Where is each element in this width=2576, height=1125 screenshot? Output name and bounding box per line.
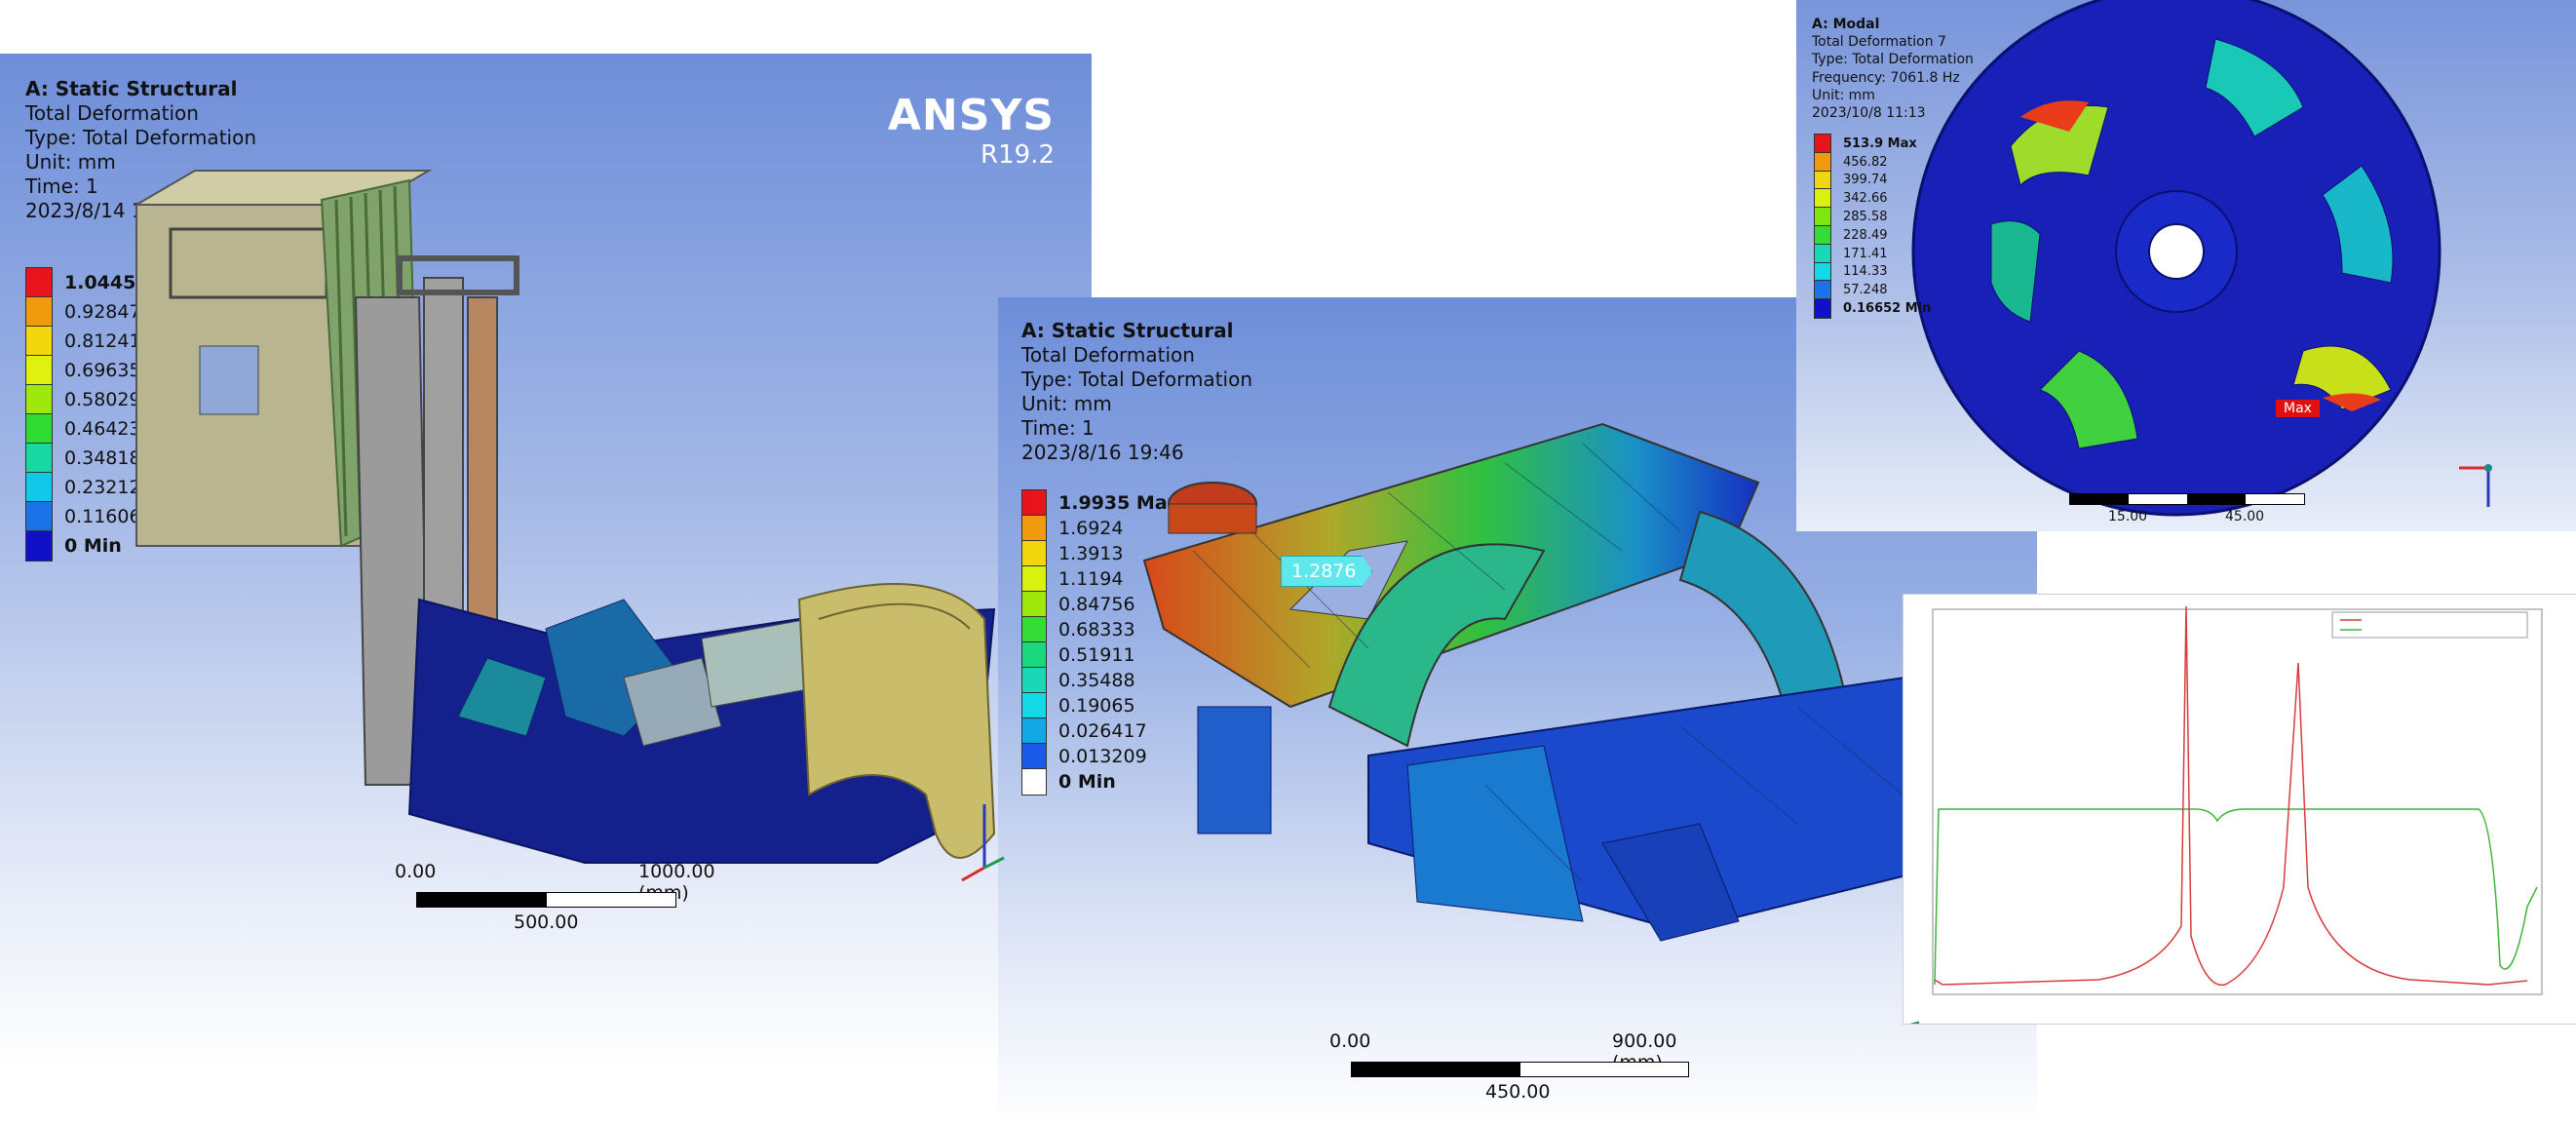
legend-swatch <box>1814 151 1831 173</box>
legend-label: 285.58 <box>1843 210 1888 225</box>
legend-swatch <box>1814 224 1831 246</box>
legend-entry: 399.74 <box>1814 170 1931 191</box>
static-structural-result-1: A: Static Structural Total Deformation T… <box>0 54 1092 1067</box>
probe-label[interactable]: 1.2876 <box>1281 556 1373 587</box>
legend-entry: 285.58 <box>1814 207 1931 227</box>
result-unit: Unit: mm <box>1812 87 1875 103</box>
legend-label: 342.66 <box>1843 191 1888 207</box>
legend-swatch <box>1814 261 1831 283</box>
legend-swatch <box>1814 280 1831 301</box>
color-legend[interactable]: 513.9 Max 456.82 399.74 342.66 285.58 228.49 1… <box>1814 134 1932 319</box>
result-name: Total Deformation 7 <box>1812 34 1946 51</box>
legend-entry: 342.66 <box>1814 188 1931 210</box>
result-header: A: Modal Total Deformation 7 Type: Total… <box>1812 16 1974 122</box>
legend-entry: 171.41 <box>1814 243 1931 264</box>
legend-swatch <box>1814 134 1831 154</box>
frequency-response-chart <box>1903 595 2576 1024</box>
analysis-title: A: Modal <box>1812 17 1880 32</box>
legend-label: 513.9 Max <box>1843 136 1917 151</box>
legend-entry: 228.49 <box>1814 224 1931 246</box>
modal-result: A: Modal Total Deformation 7 Type: Total… <box>1796 0 2576 531</box>
legend-entry: 0.16652 Min <box>1814 298 1932 319</box>
max-tag[interactable]: Max <box>2276 400 2320 417</box>
legend-swatch <box>1814 243 1831 264</box>
legend-entry: 57.248 <box>1814 280 1931 301</box>
legend-entry: 456.82 <box>1814 151 1931 173</box>
axis-triad[interactable] <box>950 795 1009 887</box>
legend-label: 228.49 <box>1843 227 1888 243</box>
legend-label: 114.33 <box>1843 264 1888 280</box>
legend-label: 57.248 <box>1843 283 1888 298</box>
legend-label: 0.16652 Min <box>1843 301 1932 317</box>
result-frequency: Frequency: 7061.8 Hz <box>1812 69 1960 86</box>
result-type: Type: Total Deformation <box>1812 52 1974 68</box>
axis-triad[interactable] <box>1903 989 1939 1024</box>
scale-bar: 15.00 45.00 <box>2069 487 2362 526</box>
legend-label: 456.82 <box>1843 154 1888 170</box>
legend-label: 399.74 <box>1843 173 1888 188</box>
frequency-response-plot[interactable] <box>1903 595 2576 1024</box>
legend-swatch <box>1814 298 1831 319</box>
legend-swatch <box>1814 170 1831 191</box>
chart-legend-box <box>2331 611 2528 639</box>
legend-swatch <box>1814 188 1831 210</box>
legend-entry: 114.33 <box>1814 261 1931 283</box>
legend-swatch <box>1814 207 1831 227</box>
legend-label: 171.41 <box>1843 246 1888 261</box>
scale-bar: 0.00 1000.00 (mm) 500.00 <box>395 861 715 933</box>
scale-bar: 0.00 900.00 (mm) 450.00 <box>1329 1030 1690 1103</box>
result-date: 2023/10/8 11:13 <box>1812 104 1926 121</box>
axis-triad[interactable] <box>2440 448 2527 526</box>
legend-entry: 513.9 Max <box>1814 134 1931 154</box>
